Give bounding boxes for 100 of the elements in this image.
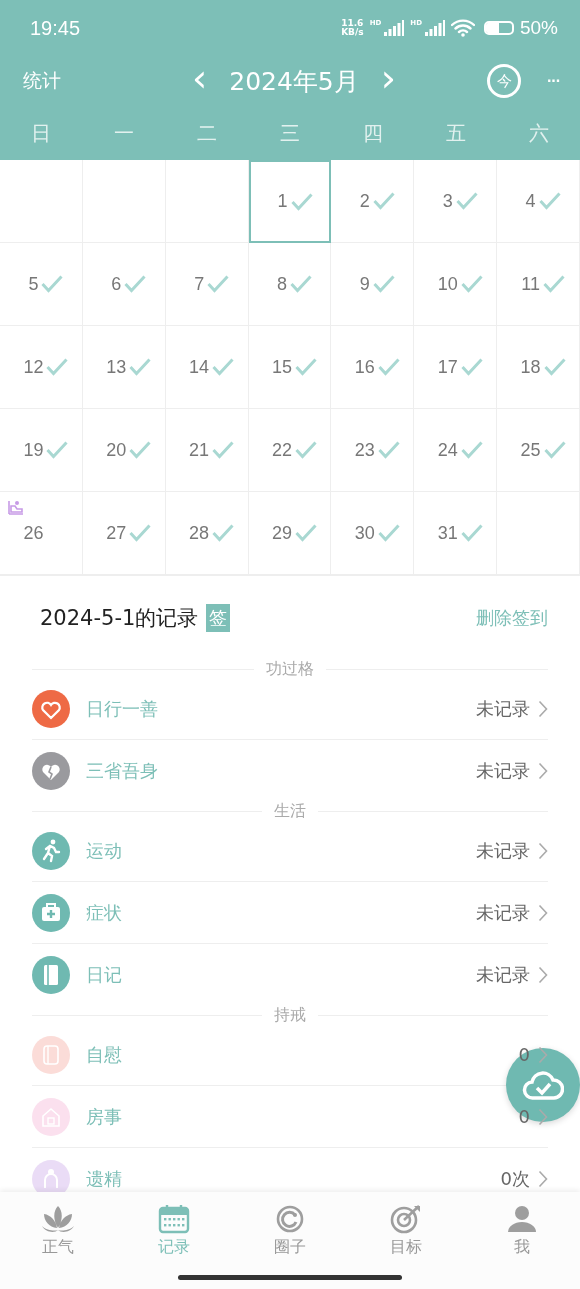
calendar-day[interactable]: 12 — [0, 326, 83, 409]
calendar-day[interactable]: 27 — [82, 492, 166, 575]
record-name: 日记 — [86, 963, 122, 987]
calendar-day[interactable]: 13 — [82, 326, 166, 409]
tab-item[interactable]: 正气 — [0, 1204, 116, 1262]
chevron-icon — [538, 841, 548, 860]
cloud-check-icon — [522, 1069, 564, 1101]
day-number: 10 — [437, 273, 458, 295]
day-number: 2 — [359, 190, 370, 212]
chevron-icon — [538, 966, 548, 984]
battery-percent: 50% — [519, 17, 558, 39]
weekday-label: 五 — [444, 119, 467, 147]
day-number: 3 — [442, 190, 453, 212]
day-number: 5 — [28, 273, 39, 295]
calendar-day[interactable]: 26 — [0, 492, 83, 575]
calendar-day[interactable]: 21 — [165, 409, 249, 492]
day-number: 16 — [354, 356, 375, 378]
status-time: 19:45 — [30, 16, 81, 40]
calendar-day[interactable]: 11 — [497, 243, 580, 326]
weekday-label: 一 — [113, 119, 136, 147]
calendar-day[interactable]: 19 — [0, 409, 83, 492]
record-name: 三省吾身 — [86, 759, 158, 783]
calendar-day[interactable]: 8 — [248, 243, 332, 326]
calendar-day[interactable]: 28 — [165, 492, 249, 575]
calendar-day[interactable]: 3 — [414, 160, 498, 243]
calendar-day[interactable]: 20 — [82, 409, 166, 492]
record-value: 0次 — [500, 1167, 530, 1191]
day-number: 25 — [520, 439, 541, 461]
weekday-label: 六 — [527, 119, 550, 147]
calendar-day[interactable]: 31 — [414, 492, 498, 575]
day-number: 24 — [437, 439, 458, 461]
calendar-day[interactable]: 25 — [497, 409, 580, 492]
chevron-icon — [538, 1170, 548, 1188]
sign-tag: 签 — [206, 604, 231, 632]
calendar-day[interactable]: 1 — [248, 160, 332, 243]
section-title: 功过格 — [266, 658, 314, 680]
day-number: 9 — [359, 273, 370, 295]
record-value: 未记录 — [476, 900, 530, 925]
day-number: 21 — [189, 439, 210, 461]
calendar-icon — [157, 1204, 191, 1234]
chevron-icon — [538, 1045, 548, 1064]
calendar-day[interactable]: 4 — [497, 160, 580, 243]
day-number: 17 — [437, 356, 458, 378]
weekday-label: 二 — [196, 119, 219, 147]
calendar-day[interactable]: 17 — [414, 326, 498, 409]
day-number: 20 — [106, 439, 127, 461]
calendar-day[interactable]: 23 — [331, 409, 415, 492]
calendar-day[interactable]: 5 — [0, 243, 83, 326]
signal-icon — [424, 20, 445, 36]
calendar-day[interactable]: 22 — [248, 409, 332, 492]
calendar-day[interactable]: 30 — [331, 492, 415, 575]
day-number: 27 — [106, 522, 127, 544]
record-value: 未记录 — [476, 696, 530, 721]
day-number: 13 — [106, 356, 127, 378]
user-icon — [505, 1204, 539, 1234]
record-name: 房事 — [86, 1104, 122, 1129]
record-name: 日行一善 — [86, 696, 158, 721]
chevron-icon — [538, 1107, 548, 1126]
weekday-label: 四 — [361, 119, 384, 147]
calendar-day[interactable]: 2 — [331, 160, 415, 243]
day-number: 29 — [271, 522, 292, 544]
day-number: 18 — [520, 356, 541, 378]
calendar-day[interactable]: 15 — [248, 326, 332, 409]
wifi-icon — [450, 19, 475, 37]
network-speed: 11.6 KB/s — [341, 19, 364, 37]
record-name: 遗精 — [86, 1167, 122, 1191]
record-title: 2024-5-1的记录 — [40, 605, 199, 632]
tab-item[interactable]: 目标 — [348, 1204, 464, 1262]
calendar-day[interactable]: 18 — [497, 326, 580, 409]
record-name: 自慰 — [86, 1042, 122, 1067]
chevron-icon — [538, 762, 548, 780]
day-number: 31 — [437, 522, 458, 544]
calendar-day[interactable]: 6 — [82, 243, 166, 326]
chevron-icon — [538, 903, 548, 922]
calendar-day[interactable]: 24 — [414, 409, 498, 492]
section-title: 持戒 — [274, 1004, 306, 1026]
record-value: 未记录 — [476, 963, 530, 987]
weekday-label: 日 — [30, 119, 53, 147]
calendar-day[interactable]: 29 — [248, 492, 332, 575]
month-title: 2024年5月 — [229, 65, 359, 98]
day-number: 28 — [189, 522, 210, 544]
calendar-day[interactable]: 9 — [331, 243, 415, 326]
day-number: 22 — [271, 439, 292, 461]
day-number: 15 — [271, 356, 292, 378]
target-icon — [389, 1204, 423, 1234]
cloud-sync-button[interactable] — [506, 1048, 580, 1122]
day-number: 19 — [23, 439, 44, 461]
record-value: 未记录 — [476, 838, 530, 863]
tab-item[interactable]: 圈子 — [232, 1204, 348, 1262]
record-value: 未记录 — [476, 759, 530, 783]
calendar-day[interactable]: 10 — [414, 243, 498, 326]
tab-item[interactable]: 我 — [464, 1204, 580, 1262]
day-number: 30 — [354, 522, 375, 544]
calendar-day[interactable]: 16 — [331, 326, 415, 409]
calendar-day[interactable]: 7 — [165, 243, 249, 326]
calendar-day[interactable]: 14 — [165, 326, 249, 409]
signal-icon — [384, 20, 405, 36]
chevron-icon — [538, 699, 548, 718]
battery-icon — [483, 21, 514, 35]
day-number: 4 — [525, 190, 536, 212]
